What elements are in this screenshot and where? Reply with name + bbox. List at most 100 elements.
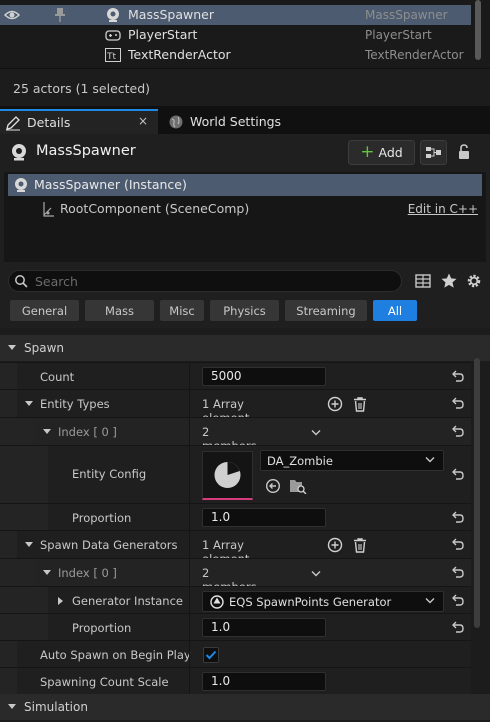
text-render-icon: Tt: [105, 48, 121, 62]
eye-icon[interactable]: [4, 8, 20, 22]
outliner-row-textrenderactor[interactable]: Tt TextRenderActor TextRenderActor: [0, 45, 471, 65]
property-generator-index-0: Index [ 0 ] 2 members: [0, 558, 471, 594]
lock-icon[interactable]: [456, 143, 474, 161]
chevron-down-icon: [8, 704, 16, 709]
property-spawn-data-generators: Spawn Data Generators 1 Array element: [0, 530, 471, 566]
property-auto-spawn: Auto Spawn on Begin Play: [0, 640, 471, 667]
outliner-type: TextRenderActor: [365, 48, 464, 62]
trash-icon[interactable]: [352, 537, 368, 553]
property-label: Entity Types: [40, 397, 110, 411]
component-instance-row[interactable]: MassSpawner (Instance): [8, 174, 482, 196]
reset-to-default-icon[interactable]: [451, 370, 465, 384]
reset-to-default-icon[interactable]: [451, 566, 465, 580]
property-value: 1.0: [189, 504, 326, 530]
outliner-name: TextRenderActor: [128, 47, 231, 62]
outliner-scrollbar[interactable]: [475, 0, 481, 60]
reset-to-default-icon[interactable]: [451, 397, 465, 411]
add-element-icon[interactable]: [327, 537, 343, 553]
svg-text:Tt: Tt: [106, 52, 116, 62]
category-simulation[interactable]: Simulation: [0, 694, 490, 720]
star-icon[interactable]: [440, 272, 458, 290]
property-value: 1 Array element: [189, 531, 366, 566]
tab-details-label: Details: [27, 115, 71, 130]
reset-to-default-icon[interactable]: [451, 594, 465, 608]
component-root-label: RootComponent (SceneComp): [60, 201, 250, 216]
filter-mass[interactable]: Mass: [85, 300, 154, 321]
indent-guide: [0, 614, 17, 640]
count-input[interactable]: 5000: [202, 367, 326, 386]
filter-general[interactable]: General: [10, 300, 79, 321]
use-selected-icon[interactable]: [265, 478, 281, 494]
globe-icon: [169, 115, 183, 128]
property-label: Entity Config: [72, 467, 147, 481]
chevron-down-icon[interactable]: [42, 428, 52, 436]
property-label: Index [ 0 ]: [58, 566, 117, 580]
outliner-row-massspawner[interactable]: MassSpawner MassSpawner: [0, 5, 471, 25]
filter-misc[interactable]: Misc: [160, 300, 204, 321]
category-spawn[interactable]: Spawn: [0, 335, 490, 361]
chevron-down-icon[interactable]: [24, 541, 34, 549]
outliner-name: MassSpawner: [128, 7, 214, 22]
auto-spawn-checkbox[interactable]: [203, 647, 219, 663]
add-component-button[interactable]: + Add: [348, 140, 415, 165]
chevron-right-icon[interactable]: [57, 596, 65, 606]
generator-instance-value: EQS SpawnPoints Generator: [229, 595, 392, 609]
details-search-box[interactable]: [8, 270, 402, 292]
property-entity-config: Entity Config DA_Zombie: [0, 445, 471, 503]
tab-world-settings[interactable]: World Settings: [162, 109, 292, 134]
reset-to-default-icon[interactable]: [451, 621, 465, 635]
property-label: Count: [40, 370, 75, 384]
trash-icon[interactable]: [352, 396, 368, 412]
table-view-icon[interactable]: [414, 272, 432, 290]
property-value: DA_Zombie: [189, 446, 444, 503]
pencil-icon: [6, 115, 20, 130]
gear-icon[interactable]: [465, 272, 483, 290]
panel-tab-bar: Details × World Settings: [0, 106, 490, 134]
proportion-input[interactable]: 1.0: [202, 508, 326, 527]
indent-guide: [0, 446, 17, 503]
property-spawning-count-scale: Spawning Count Scale 1.0: [0, 667, 471, 694]
proportion-input[interactable]: 1.0: [202, 618, 326, 637]
generator-instance-dropdown[interactable]: EQS SpawnPoints Generator: [202, 591, 444, 612]
filter-all[interactable]: All: [373, 300, 417, 321]
chevron-down-icon[interactable]: [311, 570, 321, 578]
entity-config-asset-picker[interactable]: DA_Zombie: [260, 450, 444, 471]
asset-thumbnail[interactable]: [202, 451, 253, 500]
property-entity-types: Entity Types 1 Array element: [0, 389, 471, 425]
tab-details[interactable]: Details ×: [0, 109, 158, 134]
hierarchy-icon: [426, 147, 441, 158]
property-label: Spawn Data Generators: [40, 538, 178, 552]
property-label: Generator Instance: [72, 594, 183, 608]
filter-physics[interactable]: Physics: [210, 300, 279, 321]
indent-guide: [17, 559, 34, 586]
reset-to-default-icon[interactable]: [451, 511, 465, 525]
chevron-down-icon[interactable]: [24, 400, 34, 408]
edit-in-cpp-link[interactable]: Edit in C++: [408, 202, 478, 216]
reset-to-default-icon[interactable]: [451, 538, 465, 552]
search-input[interactable]: [35, 273, 395, 289]
outliner-type: MassSpawner: [365, 8, 448, 22]
chevron-down-icon[interactable]: [311, 429, 321, 437]
actors-status-bar: 25 actors (1 selected): [0, 68, 490, 106]
filter-streaming[interactable]: Streaming: [285, 300, 367, 321]
reset-to-default-icon[interactable]: [451, 425, 465, 439]
property-value: 2 members: [189, 418, 321, 453]
spawning-count-scale-input[interactable]: 1.0: [202, 672, 326, 691]
property-entity-index-0: Index [ 0 ] 2 members: [0, 417, 471, 453]
chevron-down-icon[interactable]: [42, 569, 52, 577]
add-element-icon[interactable]: [327, 396, 343, 412]
plus-icon: +: [360, 142, 375, 162]
property-value: 1.0: [189, 614, 326, 640]
component-root-row[interactable]: RootComponent (SceneComp) Edit in C++: [8, 198, 482, 220]
close-icon[interactable]: ×: [138, 114, 148, 128]
indent-guide: [17, 504, 34, 530]
actor-name-title: MassSpawner: [36, 143, 136, 159]
property-value: [189, 641, 219, 667]
details-scrollbar[interactable]: [474, 358, 480, 628]
indent-guide: [0, 504, 17, 530]
pin-icon[interactable]: [54, 7, 66, 23]
outliner-row-playerstart[interactable]: PlayerStart PlayerStart: [0, 25, 471, 45]
reset-to-default-icon[interactable]: [451, 468, 465, 482]
blueprint-button[interactable]: [420, 140, 447, 165]
browse-asset-icon[interactable]: [289, 478, 307, 494]
